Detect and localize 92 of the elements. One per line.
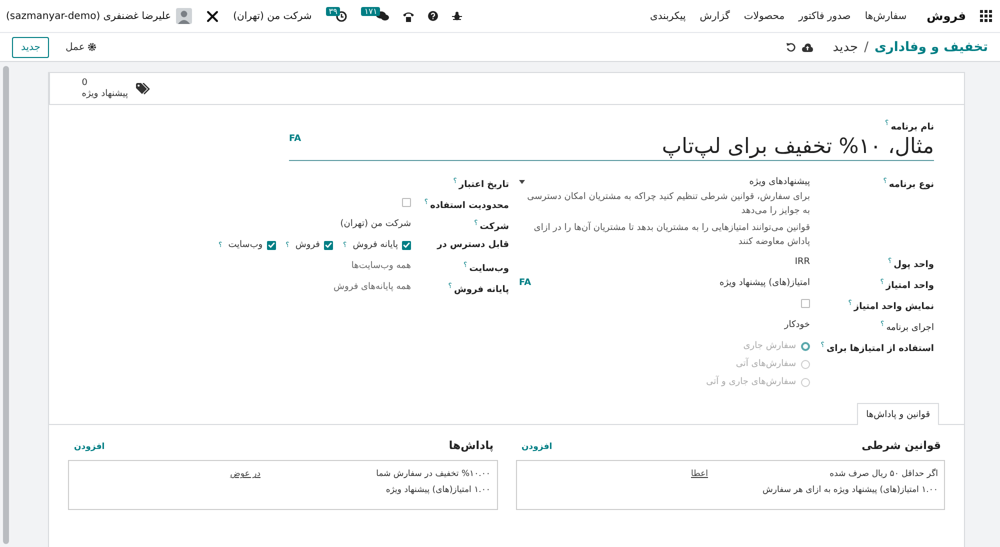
card-tag: در عوض [230, 469, 260, 480]
field-label: شرکت [480, 222, 509, 232]
field-label: واحد پول [894, 260, 934, 270]
tab[interactable]: قوانین و پاداش‌ها [857, 403, 939, 426]
action-menu[interactable]: عمل [65, 42, 96, 52]
menu-item[interactable]: سفارش‌ها [864, 10, 907, 22]
section-title: پاداش‌ها [448, 439, 494, 452]
card-text: ۱.۰۰ امتیاز(های) پیشنهاد ویژه به ازای هر سفارش [762, 485, 938, 496]
tags-icon [136, 82, 151, 94]
field-label: استفاده از امتیازها برای [826, 344, 934, 354]
help-mark[interactable]: ؟ [848, 299, 852, 308]
check-icon [324, 242, 332, 248]
card-text: ۱.۰۰ امتیاز(های) پیشنهاد ویژه [384, 485, 490, 496]
radio-label: سفارش جاری [743, 341, 796, 352]
help-mark[interactable]: ؟ [342, 241, 347, 250]
field-label: پایانه فروش [454, 285, 509, 296]
help-mark[interactable]: ؟ [474, 219, 478, 228]
rule-card[interactable]: اگر حداقل ۵۰ ریال صرف شده اعطا ۱.۰۰ امتیاز(های) پیشنهاد ویژه به ازای هر سفارش [516, 460, 945, 510]
radio-label: سفارش‌های جاری و آتی [706, 377, 796, 388]
bug-icon[interactable] [452, 11, 462, 21]
checkbox-label: فروش [295, 240, 320, 250]
input-field[interactable]: همه پایانه‌های فروش [231, 282, 411, 292]
section-title: قوانین شرطی [862, 439, 941, 452]
select-field[interactable]: پیشنهادهای ویژه [519, 177, 810, 188]
field-value: شرکت من (تهران) [340, 219, 411, 230]
help-icon[interactable] [428, 11, 438, 21]
help-mark[interactable]: ؟ [448, 282, 452, 290]
field-label: واحد امتیاز [886, 281, 934, 292]
help-mark[interactable]: ؟ [885, 119, 889, 127]
checkbox-label: وب‌سایت [228, 240, 263, 250]
gear-icon [88, 43, 96, 51]
rule-card[interactable]: %۱۰.۰۰ تخفیف در سفارش شما در عوض ۱.۰۰ امتیاز(های) پیشنهاد ویژه [68, 460, 498, 510]
help-mark[interactable]: ؟ [464, 261, 468, 270]
breadcrumb-current: جدید [832, 40, 858, 54]
field-label: تاریخ اعتبار [458, 180, 509, 190]
checkbox-label: پایانه فروش [352, 240, 398, 250]
field-value: خودکار [784, 320, 810, 330]
menu-item[interactable]: گزارش [700, 10, 730, 22]
checkbox[interactable] [324, 240, 333, 250]
field-label: نوع برنامه [888, 180, 934, 190]
breadcrumb-link[interactable]: تخفیف و وفاداری [874, 40, 988, 54]
field-value: امتیاز(های) پیشنهاد ویژه [719, 278, 810, 288]
language-button[interactable]: FA [519, 278, 532, 288]
menu-item[interactable]: محصولات [744, 10, 785, 22]
undo-icon[interactable] [786, 42, 796, 52]
app-name[interactable]: فروش [926, 9, 966, 23]
checkbox[interactable] [402, 240, 411, 250]
help-mark[interactable]: ؟ [880, 320, 884, 328]
card-text: اگر حداقل ۵۰ ریال صرف شده [828, 469, 938, 480]
menu-item[interactable]: صدور فاکتور [798, 10, 851, 22]
checkbox[interactable] [266, 240, 276, 250]
description-text: برای سفارش، قوانین شرطی تنظیم کنید چراکه به مشتریان امکان دسترسی به جوایز را می‌دهد [526, 191, 810, 218]
language-button[interactable]: FA [289, 134, 302, 144]
check-icon [268, 242, 275, 248]
help-mark[interactable]: ؟ [880, 278, 884, 286]
input-field[interactable]: همه وب‌سایت‌ها [231, 261, 411, 272]
description-text: قوانین می‌توانند امتیازهایی را به مشتریان بدهد تا مشتریان آن‌ها را در ازای پاداش معاوضه کنند [532, 221, 810, 250]
field-label: قابل دسترس در [437, 240, 509, 250]
help-mark[interactable]: ؟ [218, 241, 222, 250]
help-mark[interactable]: ؟ [883, 177, 887, 186]
add-link[interactable]: افزودن [522, 442, 552, 452]
help-mark[interactable]: ؟ [424, 198, 428, 206]
clock-icon[interactable] [336, 10, 348, 22]
phone-icon[interactable] [403, 10, 414, 22]
user-name[interactable]: علیرضا غضنفری (sazmanyar-demo) [6, 10, 172, 22]
apps-menu-icon[interactable] [980, 10, 992, 22]
field-label: محدودیت استفاده [430, 201, 509, 212]
field-label: نمایش واحد امتیاز [854, 302, 934, 312]
help-mark[interactable]: ؟ [453, 177, 457, 186]
caret-icon [519, 180, 525, 184]
field-label: وب‌سایت [469, 264, 509, 274]
company-switcher[interactable]: شرکت من (تهران) [233, 10, 312, 22]
check-icon [403, 242, 410, 248]
scrollbar[interactable] [3, 66, 9, 544]
radio-label: سفارش‌های آتی [736, 359, 796, 370]
menu-item[interactable]: پیکربندی [650, 10, 686, 22]
field-label: نام برنامه [890, 122, 934, 132]
checkbox[interactable] [801, 299, 810, 308]
checkbox[interactable] [402, 198, 411, 208]
new-button[interactable]: جدید [12, 36, 50, 58]
add-link[interactable]: افزودن [74, 442, 105, 452]
breadcrumb-separator: / [864, 40, 868, 54]
field-value: IRR [794, 257, 810, 268]
avatar-icon[interactable] [176, 8, 192, 24]
activity-count: ۳۹ [326, 6, 340, 16]
help-mark[interactable]: ؟ [286, 241, 290, 250]
card-tag: اعطا [691, 469, 708, 480]
card-text: %۱۰.۰۰ تخفیف در سفارش شما [375, 469, 490, 480]
help-mark[interactable]: ؟ [888, 257, 892, 266]
cloud-upload-icon[interactable] [802, 42, 813, 52]
message-count: ۱۷۱ [361, 6, 380, 16]
field-label: اجرای برنامه [886, 323, 934, 334]
